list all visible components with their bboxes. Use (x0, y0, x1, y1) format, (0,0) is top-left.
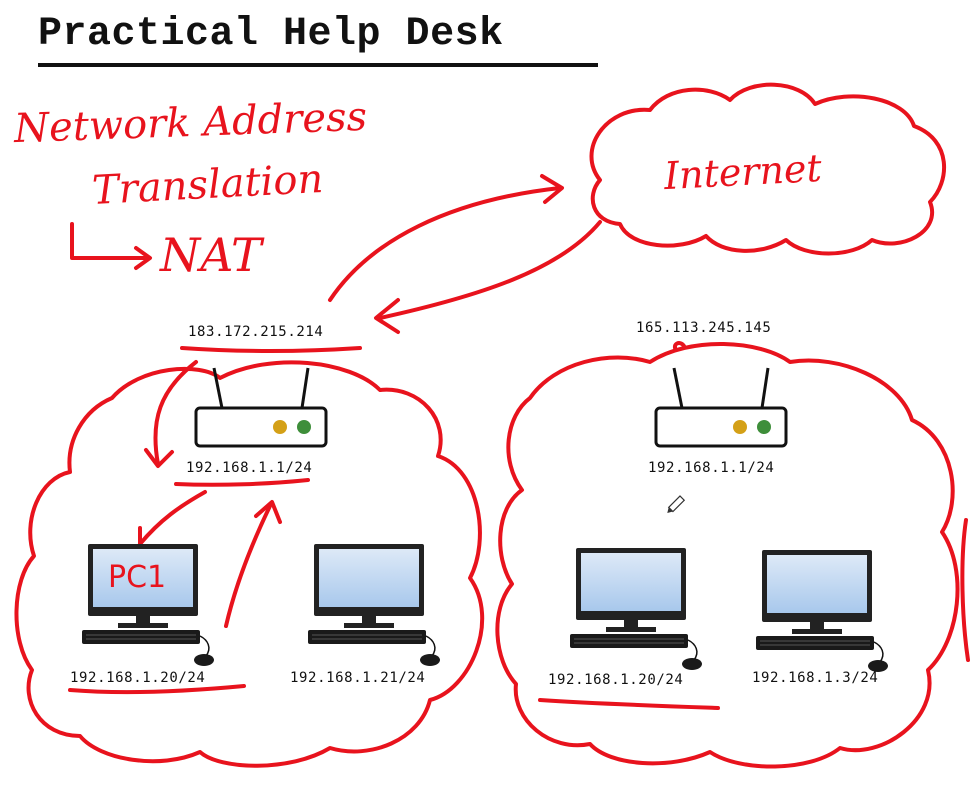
underline-left-host-ip (68, 684, 246, 695)
arrow-internet-to-router (378, 220, 602, 320)
underline-router-ip (174, 478, 310, 487)
nat-pointer-arrow (70, 222, 152, 270)
underline-right-host-ip (538, 698, 720, 710)
left-router-ip: 192.168.1.1/24 (186, 460, 313, 476)
router-icon (194, 367, 328, 448)
left-host-ip-2: 192.168.1.21/24 (290, 670, 426, 686)
arrow-router-to-pc1 (138, 490, 207, 546)
right-public-ip: 165.113.245.145 (636, 320, 772, 336)
right-router-ip: 192.168.1.1/24 (648, 460, 775, 476)
underline-public-ip (180, 346, 362, 353)
left-public-ip: 183.172.215.214 (188, 324, 324, 340)
arrow-pc1-to-router (224, 504, 272, 628)
arrow-public-to-router (153, 360, 198, 466)
router-icon (654, 367, 788, 448)
computer-icon (307, 543, 441, 667)
computer-icon (755, 549, 889, 673)
right-host-ip-2: 192.168.1.3/24 (752, 670, 879, 686)
pencil-cursor-icon (667, 495, 686, 513)
right-host-ip-1: 192.168.1.20/24 (548, 672, 684, 688)
arrow-router-to-internet (328, 186, 562, 302)
left-host-ip-1: 192.168.1.20/24 (70, 670, 206, 686)
internet-cloud (589, 82, 947, 256)
computer-icon (569, 547, 703, 671)
annotation-pc1: PC1 (108, 560, 167, 595)
